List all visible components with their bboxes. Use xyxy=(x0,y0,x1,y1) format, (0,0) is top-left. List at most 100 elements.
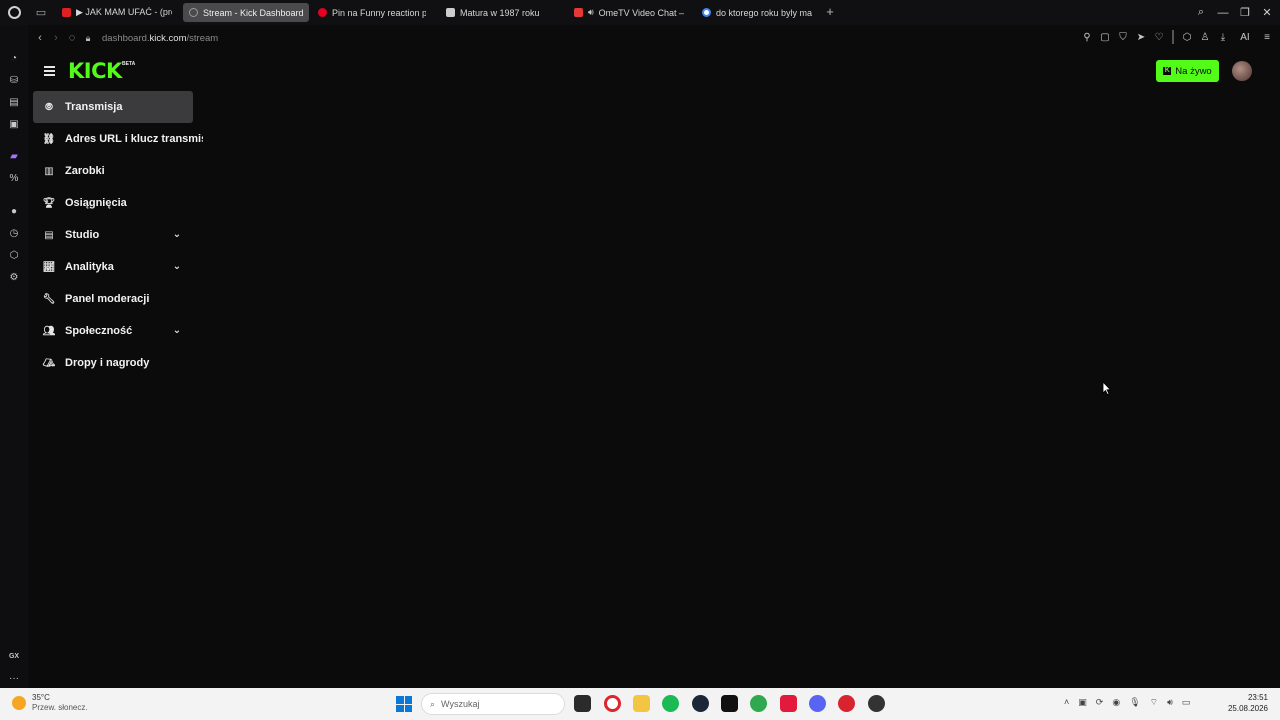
divider xyxy=(1172,30,1174,44)
heart-icon[interactable]: ♡ xyxy=(1154,32,1164,43)
windows-start-icon[interactable] xyxy=(396,696,412,712)
trophy-icon: 🏆︎ xyxy=(42,197,56,209)
tab-kick-dashboard[interactable]: Stream - Kick Dashboard xyxy=(183,3,309,22)
kick-logo[interactable]: KICK xyxy=(68,59,122,83)
cube-icon[interactable]: ⬡ xyxy=(1182,32,1192,43)
profile-icon[interactable]: ♙ xyxy=(1200,32,1210,43)
url-field[interactable]: dashboard.kick.com/stream xyxy=(102,33,218,44)
google-icon xyxy=(702,8,711,17)
maps-icon[interactable] xyxy=(750,695,767,712)
send-icon[interactable]: ➤ xyxy=(1136,32,1146,43)
m-app-icon[interactable]: ▣ xyxy=(7,117,21,131)
nav-item-stream-key[interactable]: ⛓ Adres URL i klucz transmis xyxy=(33,123,203,155)
task-view-icon[interactable] xyxy=(574,695,591,712)
kick-dashboard-page: KICK BETA K Na żywo ⦾ Transmisja ⛓ Adres… xyxy=(28,51,1280,688)
steam-icon[interactable] xyxy=(692,695,709,712)
weather-description: Przew. słonecz. xyxy=(32,703,88,712)
pinterest-icon xyxy=(318,8,327,17)
spotify-icon[interactable] xyxy=(662,695,679,712)
network-icon[interactable]: ⌔ xyxy=(1150,697,1158,708)
chevron-down-icon[interactable]: ⌄ xyxy=(171,229,183,241)
opera-gx-icon[interactable] xyxy=(604,695,621,712)
file-explorer-icon[interactable] xyxy=(633,695,650,712)
weather-widget[interactable]: 35°C Przew. słonecz. xyxy=(12,693,88,713)
studio-icon: ▤ xyxy=(44,229,54,241)
nav-item-osiagniecia[interactable]: 🏆︎ Osiągnięcia xyxy=(33,187,193,219)
hamburger-menu-icon[interactable] xyxy=(44,66,55,76)
news-icon[interactable]: ▤ xyxy=(7,95,21,109)
microphone-icon[interactable]: 🎙︎ xyxy=(1129,697,1140,708)
battery-icon[interactable]: ▭ xyxy=(1182,697,1191,708)
sync-icon[interactable]: ⟳ xyxy=(1096,697,1104,708)
avatar[interactable] xyxy=(1232,61,1252,81)
opera-sidebar: ◔ ⛁ ▤ ▣ ▰ % ● ◷ ⬡ ⚙ GX ··· xyxy=(0,25,28,688)
address-bar: ‹ › ◌ 🔒︎ dashboard.kick.com/stream ⚲ ▢ ⛉… xyxy=(28,25,1280,51)
nav-item-panel-moderacji[interactable]: 🔧︎ Panel moderacji xyxy=(33,283,193,315)
extensions-icon[interactable]: ⬡ xyxy=(7,248,21,262)
more-icon[interactable]: ··· xyxy=(7,671,21,685)
back-icon[interactable]: ‹ xyxy=(32,32,48,44)
menu-icon[interactable]: ≡ xyxy=(1262,32,1272,43)
lock-icon[interactable]: 🔒︎ xyxy=(80,33,96,44)
obs-icon[interactable] xyxy=(868,695,885,712)
red-app-icon[interactable] xyxy=(838,695,855,712)
analytics-icon: 📈︎ xyxy=(42,261,56,273)
temperature: 35°C xyxy=(32,693,50,702)
pin-icon[interactable]: ⚲ xyxy=(1082,32,1092,43)
epic-games-icon[interactable] xyxy=(721,695,738,712)
opera-logo-icon[interactable] xyxy=(0,0,28,25)
chevron-down-icon[interactable]: ⌄ xyxy=(171,261,183,273)
mouse-cursor-icon xyxy=(1102,381,1112,395)
search-tabs-icon[interactable]: ⌕ xyxy=(1194,6,1208,19)
tab-overview-icon[interactable]: ▭ xyxy=(28,0,54,25)
system-tray: ˄ ▣ ⟳ ◉ 🎙︎ ⌔ 🔊︎ ▭ xyxy=(1064,697,1190,708)
reload-spinner-icon[interactable]: ◌ xyxy=(64,32,80,44)
chevron-down-icon[interactable]: ⌄ xyxy=(171,325,183,337)
ai-sparkle-icon[interactable]: ◔ xyxy=(7,51,21,65)
wrench-icon: 🔧︎ xyxy=(42,293,56,305)
percent-icon[interactable]: % xyxy=(7,171,21,185)
wps-office-icon[interactable] xyxy=(780,695,797,712)
settings-gear-icon[interactable]: ⚙ xyxy=(7,270,21,284)
minimize-button[interactable]: — xyxy=(1216,7,1230,19)
shield-icon[interactable]: ⛉ xyxy=(1118,32,1128,43)
dashboard-sidebar: ⦾ Transmisja ⛓ Adres URL i klucz transmi… xyxy=(33,91,203,379)
forward-icon[interactable]: › xyxy=(48,32,64,44)
nav-item-dropy[interactable]: ⛺︎ Dropy i nagrody xyxy=(33,347,193,379)
tab-pinterest[interactable]: Pin na Funny reaction pict xyxy=(312,3,432,22)
close-button[interactable]: ✕ xyxy=(1260,6,1274,19)
tray-red-icon[interactable]: ◉ xyxy=(1112,697,1120,708)
nav-item-analityka[interactable]: 📈︎ Analityka ⌄ xyxy=(33,251,193,283)
nav-item-zarobki[interactable]: ▥ Zarobki xyxy=(33,155,193,187)
youtube-icon xyxy=(62,8,71,17)
link-icon: ⛓ xyxy=(42,133,56,145)
tab-matura[interactable]: Matura w 1987 roku xyxy=(440,3,550,22)
tab-youtube[interactable]: ▶ JAK MAM UFAĆ - (prod. xyxy=(56,3,178,22)
tab-google-search[interactable]: do ktorego roku byly matur xyxy=(696,3,818,22)
ai-assistant-button[interactable]: AI xyxy=(1236,32,1254,43)
history-icon[interactable]: ◷ xyxy=(7,226,21,240)
go-live-button[interactable]: K Na żywo xyxy=(1156,60,1219,82)
chevron-up-icon[interactable]: ˄ xyxy=(1064,697,1069,708)
nav-item-transmisja[interactable]: ⦾ Transmisja xyxy=(33,91,193,123)
bag-icon[interactable]: ⛁ xyxy=(7,73,21,87)
taskbar-search-input[interactable]: ⌕ Wyszukaj xyxy=(421,693,565,715)
loading-spinner-icon xyxy=(189,8,198,17)
discord-icon[interactable] xyxy=(809,695,826,712)
maximize-button[interactable]: ❐ xyxy=(1238,6,1252,19)
community-icon: 👥︎ xyxy=(42,325,56,337)
volume-icon[interactable]: 🔊︎ xyxy=(1167,697,1173,708)
nav-item-studio[interactable]: ▤ Studio ⌄ xyxy=(33,219,193,251)
nav-item-spolecznosc[interactable]: 👥︎ Społeczność ⌄ xyxy=(33,315,193,347)
drops-icon: ⛺︎ xyxy=(42,357,56,369)
gx-label[interactable]: GX xyxy=(7,649,21,663)
tab-ometv[interactable]: 🔊︎ OmeTV Video Chat — xyxy=(568,3,690,22)
twitch-icon[interactable]: ▰ xyxy=(7,149,21,163)
new-tab-button[interactable]: + xyxy=(823,4,837,20)
speaker-icon[interactable]: 🔊︎ xyxy=(588,7,594,18)
spotify-icon[interactable]: ● xyxy=(7,204,21,218)
snapshot-icon[interactable]: ▢ xyxy=(1100,32,1110,43)
download-icon[interactable]: ⤓ xyxy=(1218,32,1228,43)
system-clock[interactable]: 23:51 25.08.2026 xyxy=(1222,692,1268,714)
tray-app-icon[interactable]: ▣ xyxy=(1078,697,1087,708)
